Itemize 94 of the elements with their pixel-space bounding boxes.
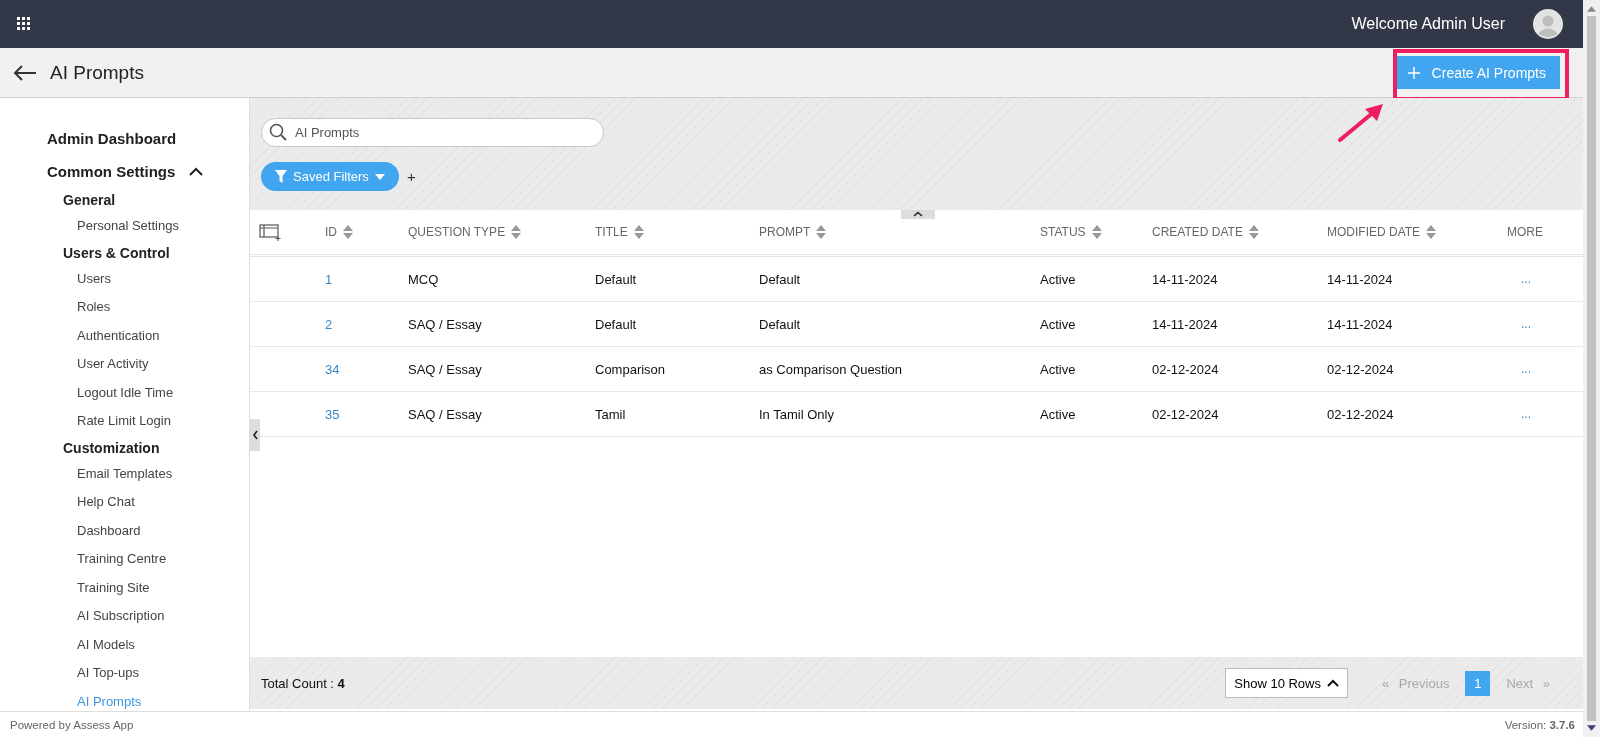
sidebar-item[interactable]: Personal Settings xyxy=(0,212,249,241)
sort-icon[interactable] xyxy=(816,225,827,239)
sort-icon[interactable] xyxy=(343,225,353,239)
id-link[interactable]: 1 xyxy=(325,271,333,287)
id-link[interactable]: 2 xyxy=(325,316,333,332)
table-cell: 02-12-2024 xyxy=(1152,361,1219,377)
table-cell: SAQ / Essay xyxy=(408,406,482,422)
table-cell: Active xyxy=(1040,316,1076,332)
table-cell: MCQ xyxy=(408,271,439,287)
table-cell: Active xyxy=(1040,271,1076,287)
version-text: Version: 3.7.6 xyxy=(1504,718,1575,731)
sidebar-item[interactable]: Help Chat xyxy=(0,488,249,517)
table-cell: Default xyxy=(759,316,801,332)
id-link[interactable]: 34 xyxy=(325,361,340,377)
table-cell: Comparison xyxy=(595,361,666,377)
sidebar-item[interactable]: Training Site xyxy=(0,573,249,602)
table-cell: SAQ / Essay xyxy=(408,316,482,332)
column-header[interactable]: QUESTION TYPE xyxy=(408,225,506,239)
sidebar-section[interactable]: Common Settings xyxy=(47,163,176,180)
plus-icon xyxy=(1407,66,1420,79)
table-cell: 14-11-2024 xyxy=(1327,271,1393,287)
back-arrow-icon[interactable] xyxy=(13,64,37,81)
sidebar-item[interactable]: Logout Idle Time xyxy=(0,378,249,407)
sidebar-item[interactable]: Training Centre xyxy=(0,545,249,574)
scroll-down-icon[interactable] xyxy=(1587,725,1596,731)
column-header[interactable]: TITLE xyxy=(595,225,628,239)
caret-icon[interactable] xyxy=(189,167,204,176)
table-cell: Default xyxy=(595,271,637,287)
add-filter-button[interactable]: + xyxy=(406,168,416,185)
table-cell: 02-12-2024 xyxy=(1327,361,1394,377)
collapse-filters-icon[interactable] xyxy=(901,210,935,219)
sort-icon[interactable] xyxy=(633,225,644,239)
table-cell: SAQ / Essay xyxy=(408,361,482,377)
caret-icon xyxy=(374,173,385,180)
sidebar-item[interactable]: User Activity xyxy=(0,350,249,379)
column-header[interactable]: PROMPT xyxy=(759,225,811,239)
scroll-up-icon[interactable] xyxy=(1587,6,1596,12)
sidebar-item[interactable]: Dashboard xyxy=(0,516,249,545)
sidebar-item[interactable]: Authentication xyxy=(0,321,249,350)
table-cell: Default xyxy=(595,316,637,332)
total-count: Total Count : 4 xyxy=(261,675,345,691)
sidebar-item[interactable]: Rate Limit Login xyxy=(0,407,249,436)
filter-icon xyxy=(275,170,287,183)
sort-icon[interactable] xyxy=(1426,225,1437,239)
column-header[interactable]: ID xyxy=(325,225,337,239)
page-title: AI Prompts xyxy=(50,61,144,84)
sidebar-item[interactable]: AI Prompts xyxy=(0,687,249,711)
column-settings-icon[interactable] xyxy=(259,223,281,241)
sidebar-item[interactable]: Users xyxy=(0,264,249,293)
sidebar-section[interactable]: Admin Dashboard xyxy=(47,130,177,147)
sidebar-group-label: General xyxy=(62,191,117,210)
more-button[interactable]: ... xyxy=(1507,317,1531,331)
column-header[interactable]: CREATED DATE xyxy=(1152,225,1243,239)
sidebar-group-label: Users & Control xyxy=(62,243,171,263)
sort-icon[interactable] xyxy=(1248,225,1259,239)
table-cell: Active xyxy=(1040,361,1076,377)
rows-per-page-select[interactable]: Show 10 Rows xyxy=(1225,668,1348,698)
sidebar-item[interactable]: AI Top-ups xyxy=(0,659,249,688)
column-header: MORE xyxy=(1507,225,1543,239)
table-cell: 14-11-2024 xyxy=(1152,316,1218,332)
collapse-sidebar-icon[interactable] xyxy=(250,419,260,451)
apps-grid-icon[interactable] xyxy=(17,17,31,31)
sidebar-item[interactable]: AI Models xyxy=(0,630,249,659)
sidebar-item[interactable]: AI Subscription xyxy=(0,602,249,631)
sort-icon[interactable] xyxy=(511,225,522,239)
table-cell: 14-11-2024 xyxy=(1327,316,1393,332)
scrollbar[interactable] xyxy=(1583,0,1600,737)
table-cell: Tamil xyxy=(595,406,626,422)
double-left-arrow: « xyxy=(1382,675,1390,691)
table-cell: 02-12-2024 xyxy=(1152,406,1219,422)
column-header[interactable]: MODIFIED DATE xyxy=(1327,225,1421,239)
id-link[interactable]: 35 xyxy=(325,406,340,422)
table-cell: 02-12-2024 xyxy=(1327,406,1394,422)
sort-icon[interactable] xyxy=(1091,225,1102,239)
table-cell: In Tamil Only xyxy=(759,406,834,422)
caret-icon xyxy=(1327,679,1339,687)
sidebar-item[interactable]: Email Templates xyxy=(0,459,249,488)
sidebar-item[interactable]: Roles xyxy=(0,293,249,322)
welcome-text: Welcome Admin User xyxy=(1351,15,1505,33)
more-button[interactable]: ... xyxy=(1507,407,1531,421)
callout-arrow xyxy=(1337,103,1385,143)
search-field[interactable]: AI Prompts xyxy=(261,118,604,147)
double-right-arrow: » xyxy=(1542,675,1550,691)
table-cell: as Comparison Question xyxy=(759,361,903,377)
powered-by-text: Powered by Assess App xyxy=(10,718,134,731)
more-button[interactable]: ... xyxy=(1507,272,1531,286)
avatar-icon[interactable] xyxy=(1533,9,1563,39)
scrollbar-thumb[interactable] xyxy=(1587,16,1596,721)
sidebar-group-label: Customization xyxy=(62,438,161,458)
column-header[interactable]: STATUS xyxy=(1040,225,1086,239)
table-cell: Active xyxy=(1040,406,1076,422)
table-cell: 14-11-2024 xyxy=(1152,271,1218,287)
table-cell: Default xyxy=(759,271,801,287)
more-button[interactable]: ... xyxy=(1507,362,1531,376)
